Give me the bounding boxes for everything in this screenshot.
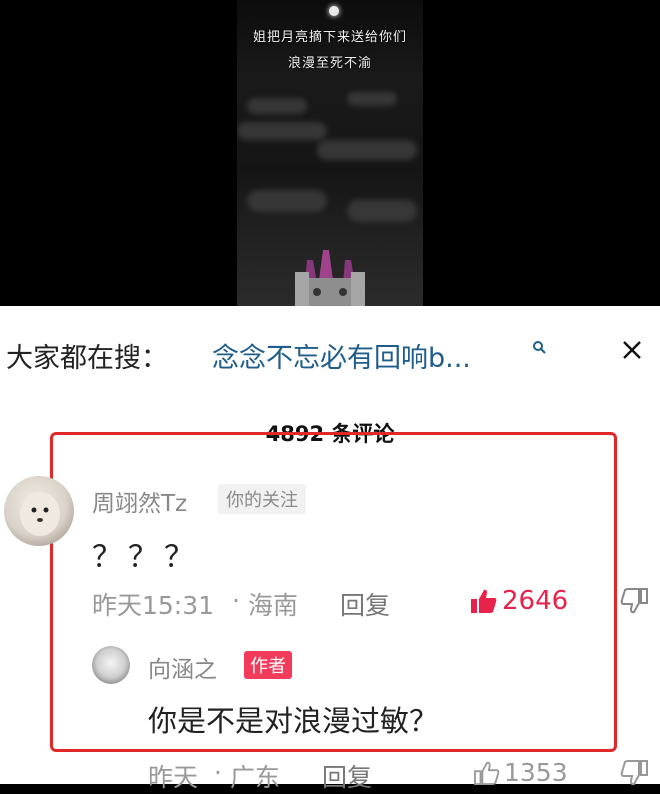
video-player[interactable]: 姐把月亮摘下来送给你们 浪漫至死不渝 — [0, 0, 660, 310]
meta-separator: · — [232, 586, 240, 615]
author-badge: 作者 — [244, 651, 292, 679]
search-icon[interactable] — [532, 340, 546, 354]
moon-graphic — [329, 6, 339, 16]
comment-time: 昨天15:31 — [92, 591, 215, 620]
close-icon[interactable] — [620, 338, 644, 362]
comment-sheet: 大家都在搜： 念念不忘必有回响b... 4892 条评论 周翊然Tz 你的关注 … — [0, 306, 660, 792]
castle-graphic — [295, 250, 365, 310]
comment-username[interactable]: 周翊然Tz — [92, 484, 187, 518]
thumbs-up-icon — [471, 589, 497, 613]
cloud-graphic — [247, 98, 307, 114]
reply-reply-button[interactable]: 回复 — [322, 758, 372, 794]
search-suggestion-prefix: 大家都在搜： — [6, 343, 168, 374]
avatar[interactable] — [4, 476, 74, 546]
reply-button[interactable]: 回复 — [340, 586, 390, 622]
search-suggestion-bar[interactable]: 大家都在搜： 念念不忘必有回响b... — [0, 326, 660, 382]
avatar-image — [20, 492, 60, 536]
comment-text: ？？？ — [92, 540, 200, 575]
reply-text: 你是不是对浪漫过敏？ — [148, 704, 439, 738]
reply-like-button[interactable]: 1353 — [474, 758, 568, 787]
meta-separator: · — [214, 758, 222, 787]
thumbs-up-icon — [474, 761, 500, 785]
reply-username[interactable]: 向涵之 — [148, 650, 217, 684]
thumbs-down-icon[interactable] — [620, 588, 648, 614]
cloud-graphic — [247, 190, 327, 212]
comment-location: 海南 — [248, 591, 299, 620]
cloud-graphic — [317, 140, 417, 160]
cloud-graphic — [237, 122, 327, 140]
cloud-graphic — [347, 92, 397, 106]
video-subtitle-line-2: 浪漫至死不渝 — [287, 56, 372, 71]
video-subtitle-line-1: 姐把月亮摘下来送给你们 — [252, 30, 407, 45]
video-frame: 姐把月亮摘下来送给你们 浪漫至死不渝 — [237, 0, 423, 310]
reply-time: 昨天 — [148, 763, 199, 792]
like-button[interactable]: 2646 — [470, 586, 568, 616]
reply-avatar[interactable] — [92, 646, 130, 684]
like-count: 2646 — [502, 586, 569, 616]
follow-badge: 你的关注 — [218, 484, 306, 514]
thumbs-down-icon[interactable] — [620, 760, 648, 786]
cloud-graphic — [347, 200, 417, 222]
reply-location: 广东 — [230, 763, 281, 792]
search-suggestion-link[interactable]: 念念不忘必有回响b... — [212, 336, 471, 375]
reply-like-count: 1353 — [504, 758, 568, 787]
